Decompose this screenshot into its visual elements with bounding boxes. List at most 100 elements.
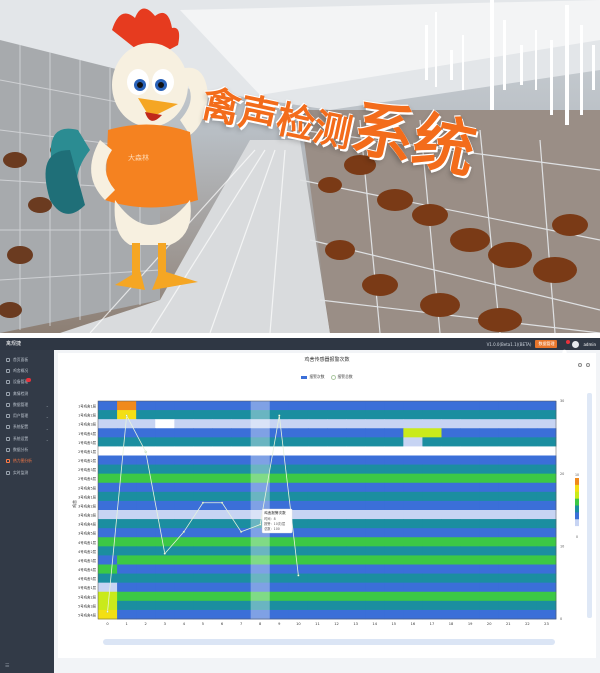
heat-cell	[174, 591, 194, 602]
heat-cell	[231, 564, 252, 574]
heat-cell	[441, 609, 461, 620]
username[interactable]: admin	[583, 342, 596, 347]
heat-cell	[174, 528, 194, 538]
sidebar-item-settings[interactable]: 系统设置 ⌄	[0, 433, 54, 444]
heat-cell	[441, 419, 461, 429]
heat-cell	[441, 573, 461, 584]
sidebar-item-config[interactable]: 系统配置 ⌄	[0, 422, 54, 433]
sidebar-item-dashboard[interactable]: 首页面板	[0, 354, 54, 365]
heat-cell	[422, 546, 442, 556]
heat-cell	[403, 528, 423, 538]
heat-cell	[536, 410, 557, 420]
line-point	[259, 523, 262, 526]
x-tick-label: 5	[202, 622, 204, 626]
heat-cell	[346, 609, 366, 620]
heat-cell	[536, 555, 557, 565]
heat-cell	[98, 419, 118, 429]
sidebar-item-monitor[interactable]: 实时监测	[0, 467, 54, 478]
heat-cell	[422, 609, 442, 620]
heat-cell	[517, 437, 538, 447]
heat-cell	[307, 582, 328, 593]
heat-cell	[422, 410, 442, 420]
heat-cell	[384, 591, 404, 602]
sidebar-item-devices[interactable]: 设备管理	[0, 377, 54, 388]
heat-cell	[346, 464, 366, 475]
horizontal-scrollbar[interactable]	[103, 639, 555, 645]
heat-cell	[269, 555, 290, 565]
heat-cell	[193, 455, 213, 465]
heat-cell	[460, 582, 481, 593]
heat-cell	[517, 428, 538, 438]
heat-cell	[460, 500, 481, 511]
sidebar-item-house-overview[interactable]: 鸡舍概况	[0, 365, 54, 376]
visual-map-segment	[575, 505, 579, 513]
heat-cell	[193, 491, 213, 502]
heat-cell	[460, 401, 481, 411]
detection-icon	[6, 391, 10, 396]
x-tick-label: 2	[145, 622, 147, 626]
heat-cell	[136, 510, 156, 520]
heat-cell	[517, 500, 538, 511]
vertical-scrollbar[interactable]	[587, 393, 592, 618]
heat-cell	[365, 446, 385, 456]
sidebar-item-data[interactable]: 数据管理 ⌄	[0, 399, 54, 410]
x-tick-label: 9	[278, 622, 281, 626]
heat-cell	[498, 446, 519, 456]
row-tick-label: 5号鸡舍4层	[78, 612, 96, 617]
heat-cell	[498, 582, 519, 593]
avatar[interactable]	[572, 340, 580, 348]
sidebar-item-analysis[interactable]: 数据分析	[0, 444, 54, 455]
heat-cell	[307, 491, 328, 502]
heat-cell	[155, 410, 175, 420]
heat-cell	[212, 564, 232, 574]
heat-cell	[384, 464, 404, 475]
heatmap-chart[interactable]: 1号鸡舍1层 1号鸡舍2层 1号鸡舍3层 1号鸡舍4层 1号鸡舍5层 2号鸡舍1层 2号鸡舍…	[58, 353, 596, 658]
row-tick-label: 5号鸡舍3层	[78, 603, 96, 608]
heat-cell	[174, 546, 194, 556]
heat-cell	[517, 473, 538, 484]
sidebar-item-users[interactable]: 用户管理 ⌄	[0, 410, 54, 421]
heat-cell	[327, 401, 347, 411]
x-tick-label: 19	[468, 622, 473, 626]
heat-cell	[479, 582, 500, 593]
heat-cell	[117, 546, 137, 556]
data-management-button[interactable]: 数据管理	[535, 340, 558, 348]
heat-cell	[479, 455, 500, 465]
heat-cell	[136, 473, 156, 484]
heat-cell	[155, 519, 175, 529]
x-tick-label: 16	[411, 622, 416, 626]
heat-cell	[441, 600, 461, 611]
heat-cell	[403, 573, 423, 584]
heat-cell	[231, 464, 252, 475]
heat-cell	[517, 546, 538, 556]
heat-cell	[517, 600, 538, 611]
heat-cell	[327, 555, 347, 565]
row-tick-label: 3号鸡舍3层	[78, 513, 96, 518]
heat-cell	[98, 564, 118, 574]
heat-cell	[422, 582, 442, 593]
collapse-icon[interactable]: ☰	[5, 663, 9, 669]
heat-cell	[117, 519, 137, 529]
heat-cell	[384, 455, 404, 465]
heat-cell	[365, 528, 385, 538]
heat-cell	[98, 555, 118, 565]
heat-cell	[479, 600, 500, 611]
heat-cell	[98, 446, 118, 456]
bell-icon[interactable]	[561, 339, 571, 355]
heat-cell	[384, 537, 404, 547]
sidebar-item-heatmap[interactable]: 热力图分析	[0, 456, 54, 467]
heat-cell	[231, 546, 252, 556]
heat-cell	[441, 537, 461, 547]
sidebar-item-detection[interactable]: 禽情检测	[0, 388, 54, 399]
heat-cell	[155, 473, 175, 484]
heat-cell	[346, 500, 366, 511]
heat-cell	[479, 464, 500, 475]
heat-cell	[422, 428, 442, 438]
heat-cell	[155, 464, 175, 475]
heat-cell	[536, 528, 557, 538]
heat-cell	[365, 537, 385, 547]
heat-cell	[460, 482, 481, 493]
heat-cell	[193, 473, 213, 484]
heat-cell	[193, 573, 213, 584]
house-icon	[6, 368, 10, 373]
